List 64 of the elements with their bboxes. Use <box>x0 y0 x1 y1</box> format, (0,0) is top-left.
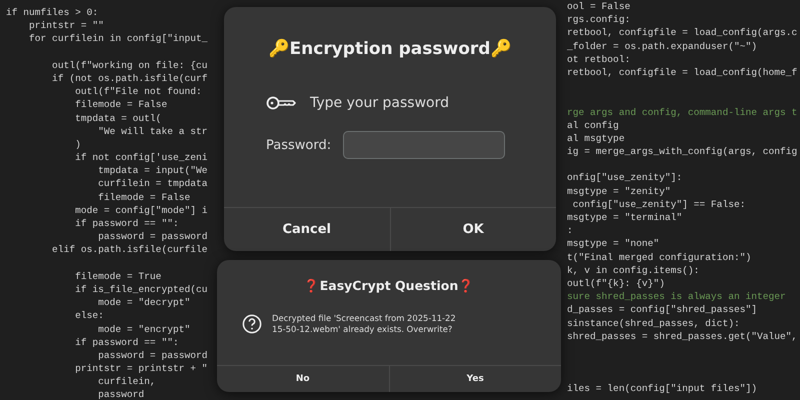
code-line: for curfilein in config["input_ <box>28 32 208 46</box>
dialog-button[interactable]: Cancel <box>224 208 390 251</box>
code-line: al msgtype <box>567 132 625 146</box>
code-line: if numfiles > 0: <box>6 6 98 20</box>
dialog-button[interactable]: OK <box>390 208 556 251</box>
code-comment: rge args and config, command-line args t <box>567 106 798 119</box>
code-line: filemode = False <box>97 190 190 204</box>
code-line: msgtype = "none" <box>567 237 660 251</box>
code-line: msgtype = "terminal" <box>567 211 682 224</box>
code-line: if password == "": <box>74 217 179 230</box>
code-line: else: <box>74 309 104 322</box>
code-comment: sure shred_passes is always an integer <box>567 290 786 304</box>
code-line: _folder = os.path.expanduser("~") <box>567 40 757 53</box>
code-line: ool = False <box>567 0 630 14</box>
code-line: curfilein = tmpdata <box>97 177 208 191</box>
code-line: outl(f"File not found: <box>74 85 202 98</box>
code-line: printstr = "" <box>28 19 104 32</box>
code-line: retbool, configfile = load_config(home_f <box>567 66 798 80</box>
code-line: d_passes = config["shred_passes"] <box>567 303 757 316</box>
code-line: al config <box>567 118 619 132</box>
code-line: sinstance(shred_passes, dict): <box>567 316 740 330</box>
code-line: msgtype = "zenity" <box>567 184 671 198</box>
code-line: outl(f"working on file: {cu <box>51 58 208 72</box>
code-line: mode = "decrypt" <box>97 296 190 310</box>
code-line: password <box>97 388 144 400</box>
code-line: mode = "encrypt" <box>97 322 190 336</box>
code-line: if (not os.path.isfile(curf <box>51 72 208 86</box>
code-line: outl(f"{k}: {v}") <box>567 276 665 290</box>
code-line: printstr = printstr + " <box>74 362 208 376</box>
code-line: k, v in config.items(): <box>567 264 700 277</box>
code-line: shred_passes = shred_passes.get("Value", <box>567 330 798 343</box>
dialog-button[interactable]: No <box>217 366 388 392</box>
password-field[interactable] <box>343 131 506 159</box>
code-line: tmpdata = input("We <box>97 164 208 178</box>
question-icon <box>242 314 262 334</box>
prompt-text: Type your password <box>310 95 450 111</box>
dialog-title: 🔑Encryption password🔑 <box>268 38 512 59</box>
code-line: t("Final merged configuration:") <box>567 250 752 264</box>
code-line: elif os.path.isfile(curfile <box>51 243 208 257</box>
field-label: Password: <box>266 138 332 152</box>
code-line: rgs.config: <box>567 13 630 26</box>
key-icon <box>266 96 296 110</box>
code-line: tmpdata = outl( <box>74 112 162 125</box>
code-line: config["use_zenity"] == False: <box>572 198 746 211</box>
code-line: filemode = False <box>74 98 168 112</box>
code-line: password = password <box>97 348 208 362</box>
code-line: onfig["use_zenity"]: <box>567 171 682 185</box>
code-line: mode = config["mode"] i <box>74 204 208 217</box>
code-line: "We will take a str <box>97 124 208 138</box>
dialog-button[interactable]: Yes <box>388 366 561 392</box>
code-line: iles = len(config["input files"]) <box>567 382 757 396</box>
code-line: if password == "": <box>74 336 179 349</box>
code-line: if not config['use_zeni <box>74 151 208 164</box>
code-line: curfilein, <box>97 375 156 388</box>
code-line: ot retbool: <box>567 52 630 66</box>
code-line: if is_file_encrypted(cu <box>74 282 208 296</box>
code-line: filemode = True <box>74 270 162 283</box>
code-line: : <box>567 224 573 238</box>
code-line: retbool, configfile = load_config(args.c <box>567 26 798 40</box>
code-line: password = password <box>97 230 208 244</box>
code-line: ig = merge_args_with_config(args, config <box>567 145 798 158</box>
message-text: Decrypted file 'Screencast from 2025-11-22 15-50-12.webm' already exists. Overwrite? <box>272 313 457 334</box>
code-line: ) <box>74 138 81 152</box>
dialog-title: ❓EasyCrypt Question❓ <box>304 278 474 293</box>
